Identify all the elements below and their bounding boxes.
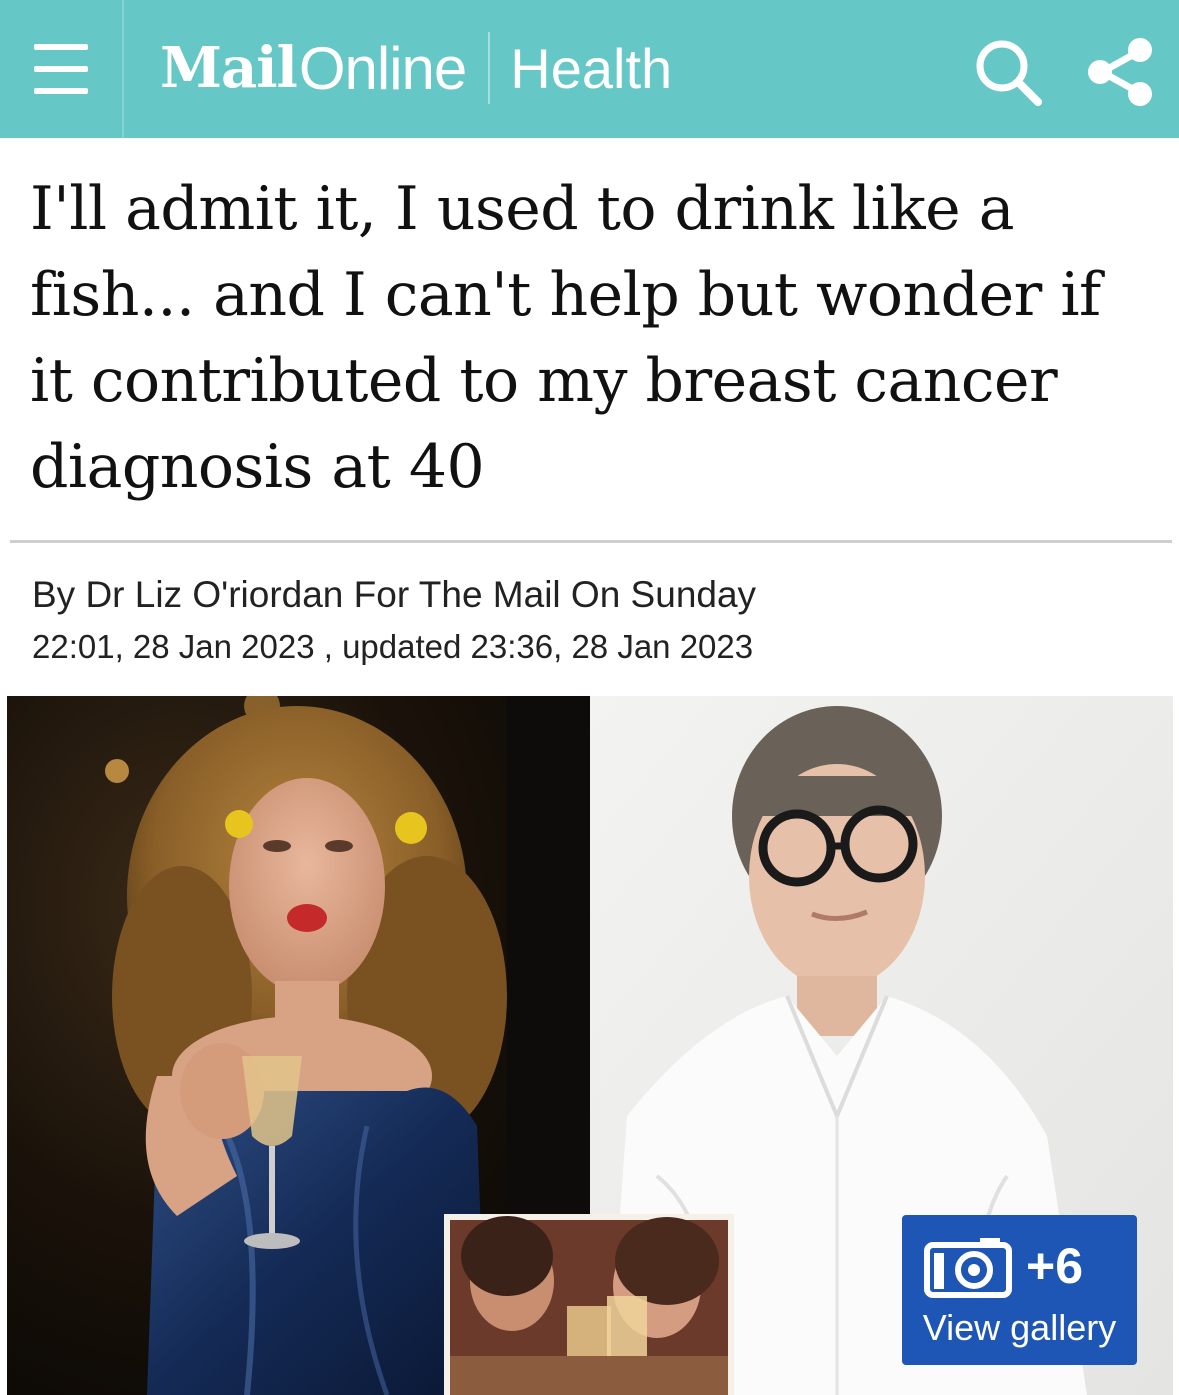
camera-icon bbox=[924, 1238, 1012, 1298]
site-logo[interactable]: Mail Online Health bbox=[160, 28, 672, 108]
section-label[interactable]: Health bbox=[510, 36, 672, 101]
headline-divider bbox=[10, 540, 1172, 543]
top-navigation-bar: Mail Online Health bbox=[0, 0, 1179, 138]
brand-divider bbox=[488, 32, 491, 104]
menu-icon bbox=[34, 44, 88, 94]
share-icon bbox=[1088, 38, 1152, 106]
gallery-count: +6 bbox=[1026, 1238, 1084, 1294]
brand-online-text: Online bbox=[298, 34, 467, 102]
article-dateline: 22:01, 28 Jan 2023 , updated 23:36, 28 J… bbox=[32, 628, 754, 665]
search-button[interactable] bbox=[970, 34, 1046, 110]
brand-mail-text: Mail bbox=[160, 35, 298, 101]
article-byline[interactable]: By Dr Liz O'riordan For The Mail On Sund… bbox=[32, 574, 756, 616]
inset-photo bbox=[444, 1214, 734, 1395]
article-headline: I'll admit it, I used to drink like a fi… bbox=[30, 174, 1101, 502]
view-gallery-button[interactable]: +6 View gallery bbox=[902, 1215, 1137, 1365]
search-icon bbox=[976, 40, 1042, 106]
menu-button[interactable] bbox=[0, 0, 124, 138]
share-button[interactable] bbox=[1082, 34, 1158, 110]
gallery-label: View gallery bbox=[922, 1307, 1117, 1348]
